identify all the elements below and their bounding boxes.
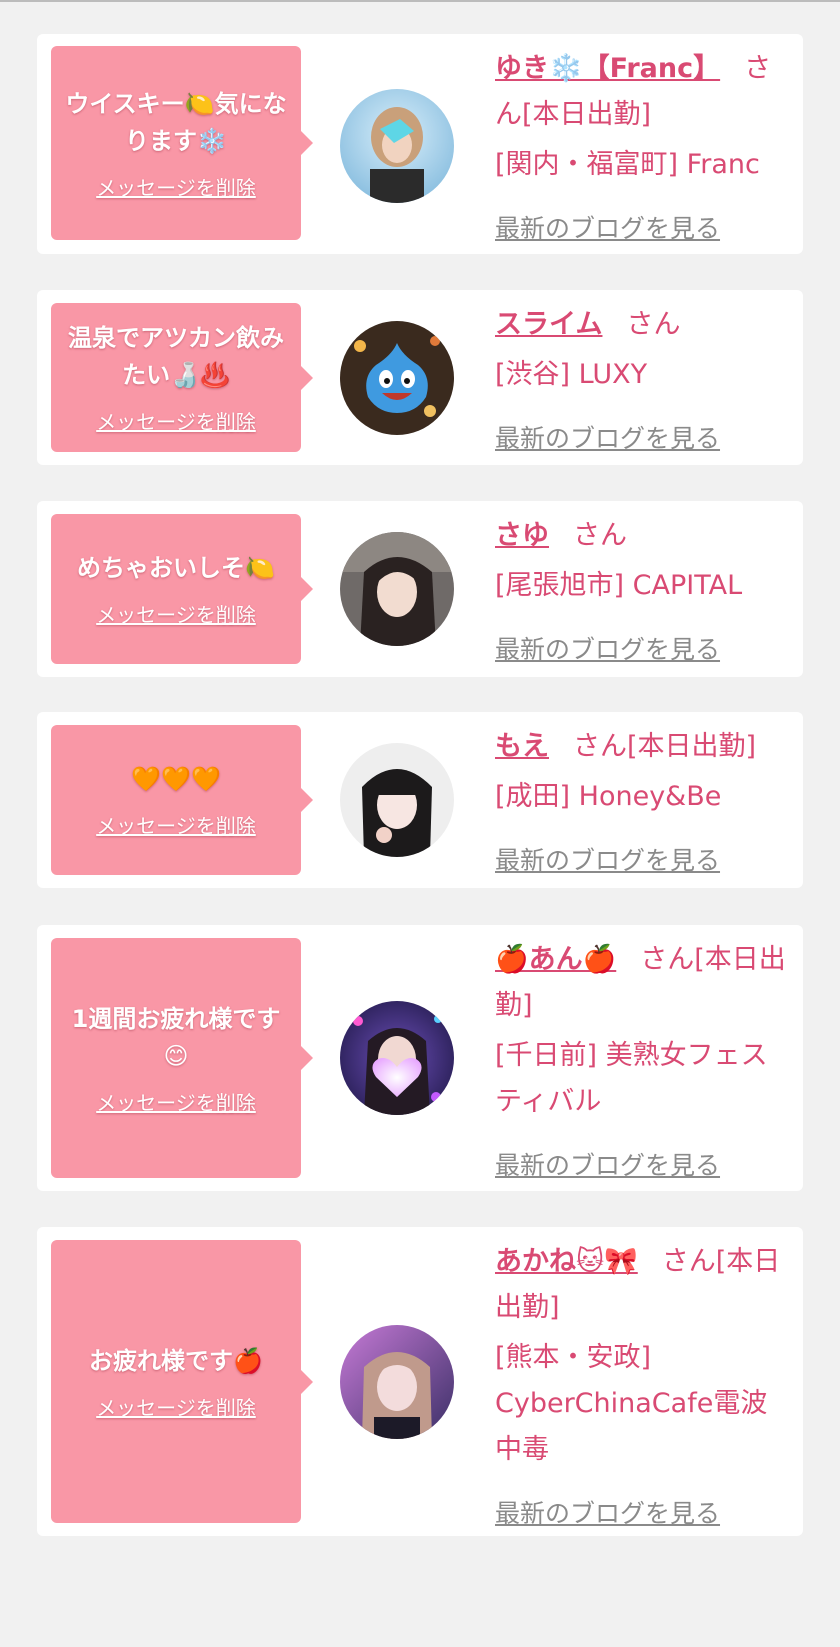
message-bubble: 温泉でアツカン飲みたい🍶♨️ メッセージを削除: [51, 303, 313, 452]
latest-blog-link[interactable]: 最新のブログを見る: [495, 1143, 787, 1189]
message-text: 🧡🧡🧡: [131, 765, 221, 793]
cast-info: もえ さん[本日出勤] [成田] Honey&Be 最新のブログを見る: [495, 724, 787, 884]
message-text: めちゃおいしそ🍋: [77, 554, 275, 582]
avatar-yuki-icon[interactable]: [340, 89, 454, 203]
message-bubble: 🧡🧡🧡 メッセージを削除: [51, 725, 313, 875]
message-bubble: ウイスキー🍋気になります❄️ メッセージを削除: [51, 46, 313, 240]
shop-name: [熊本・安政] CyberChinaCafe電波中毒: [495, 1342, 768, 1465]
shop-name: [千日前] 美熟女フェスティバル: [495, 1040, 768, 1117]
message-card: 🧡🧡🧡 メッセージを削除 もえ さん[本日出勤] [成田] Honey&Be 最新…: [37, 712, 803, 888]
san-suffix: さん: [640, 944, 695, 975]
message-bubble: 1週間お疲れ様です😊 メッセージを削除: [51, 938, 313, 1178]
latest-blog-link[interactable]: 最新のブログを見る: [495, 206, 787, 252]
san-suffix: さん: [573, 731, 627, 762]
cast-name-link[interactable]: あかね🐱🎀: [495, 1246, 638, 1277]
cast-name-link[interactable]: 🍎あん🍎: [495, 944, 616, 975]
latest-blog-link[interactable]: 最新のブログを見る: [495, 627, 787, 673]
avatar-akane-icon[interactable]: [340, 1325, 454, 1439]
shop-name: [尾張旭市] CAPITAL: [495, 570, 743, 601]
message-text: 温泉でアツカン飲みたい🍶♨️: [68, 324, 284, 389]
delete-message-link[interactable]: メッセージを削除: [96, 1087, 256, 1116]
avatar-slime-icon[interactable]: [340, 321, 454, 435]
message-bubble: お疲れ様です🍎 メッセージを削除: [51, 1240, 313, 1523]
working-today-label: [本日出勤]: [522, 99, 652, 130]
shop-name: [成田] Honey&Be: [495, 781, 722, 812]
top-divider: [0, 0, 840, 2]
avatar-moe-icon[interactable]: [340, 743, 454, 857]
latest-blog-link[interactable]: 最新のブログを見る: [495, 416, 787, 462]
cast-name-link[interactable]: スライム: [495, 309, 602, 340]
message-card: 温泉でアツカン飲みたい🍶♨️ メッセージを削除 スライム さん [渋谷] LUXY…: [37, 290, 803, 465]
message-card: めちゃおいしそ🍋 メッセージを削除 さゆ さん [尾張旭市] CAPITAL 最新…: [37, 501, 803, 677]
message-card: ウイスキー🍋気になります❄️ メッセージを削除 ゆき❄️【Franc】 さん[本日…: [37, 34, 803, 254]
delete-message-link[interactable]: メッセージを削除: [96, 406, 256, 435]
cast-info: ゆき❄️【Franc】 さん[本日出勤] [関内・福富町] Franc 最新のブロ…: [495, 46, 787, 252]
cast-info: 🍎あん🍎 さん[本日出勤] [千日前] 美熟女フェスティバル 最新のブログを見る: [495, 937, 787, 1189]
cast-info: あかね🐱🎀 さん[本日出勤] [熊本・安政] CyberChinaCafe電波中毒…: [495, 1239, 787, 1537]
avatar-sayu-icon[interactable]: [340, 532, 454, 646]
latest-blog-link[interactable]: 最新のブログを見る: [495, 838, 787, 884]
shop-name: [渋谷] LUXY: [495, 359, 648, 390]
message-text: 1週間お疲れ様です😊: [71, 1004, 281, 1070]
delete-message-link[interactable]: メッセージを削除: [96, 1392, 256, 1421]
working-today-label: [本日出勤]: [627, 731, 757, 762]
message-text: お疲れ様です🍎: [89, 1346, 263, 1375]
cast-info: さゆ さん [尾張旭市] CAPITAL 最新のブログを見る: [495, 513, 787, 673]
san-suffix: さん: [661, 1246, 716, 1277]
message-text: ウイスキー🍋気になります❄️: [65, 89, 287, 155]
delete-message-link[interactable]: メッセージを削除: [96, 172, 256, 201]
cast-info: スライム さん [渋谷] LUXY 最新のブログを見る: [495, 302, 787, 462]
san-suffix: さん: [573, 520, 627, 551]
cast-name-link[interactable]: さゆ: [495, 520, 549, 551]
message-card: お疲れ様です🍎 メッセージを削除 あかね🐱🎀 さん[本日出勤] [熊本・安政] C…: [37, 1227, 803, 1536]
message-card: 1週間お疲れ様です😊 メッセージを削除 🍎あん🍎 さん[本日出勤] [千日前] …: [37, 925, 803, 1191]
avatar-an-icon[interactable]: [340, 1001, 454, 1115]
cast-name-link[interactable]: もえ: [495, 731, 549, 762]
shop-name: [関内・福富町] Franc: [495, 149, 760, 180]
delete-message-link[interactable]: メッセージを削除: [96, 599, 256, 628]
latest-blog-link[interactable]: 最新のブログを見る: [495, 1491, 787, 1537]
san-suffix: さん: [626, 309, 681, 340]
cast-name-link[interactable]: ゆき❄️【Franc】: [495, 53, 720, 84]
message-bubble: めちゃおいしそ🍋 メッセージを削除: [51, 514, 313, 664]
delete-message-link[interactable]: メッセージを削除: [96, 810, 256, 839]
